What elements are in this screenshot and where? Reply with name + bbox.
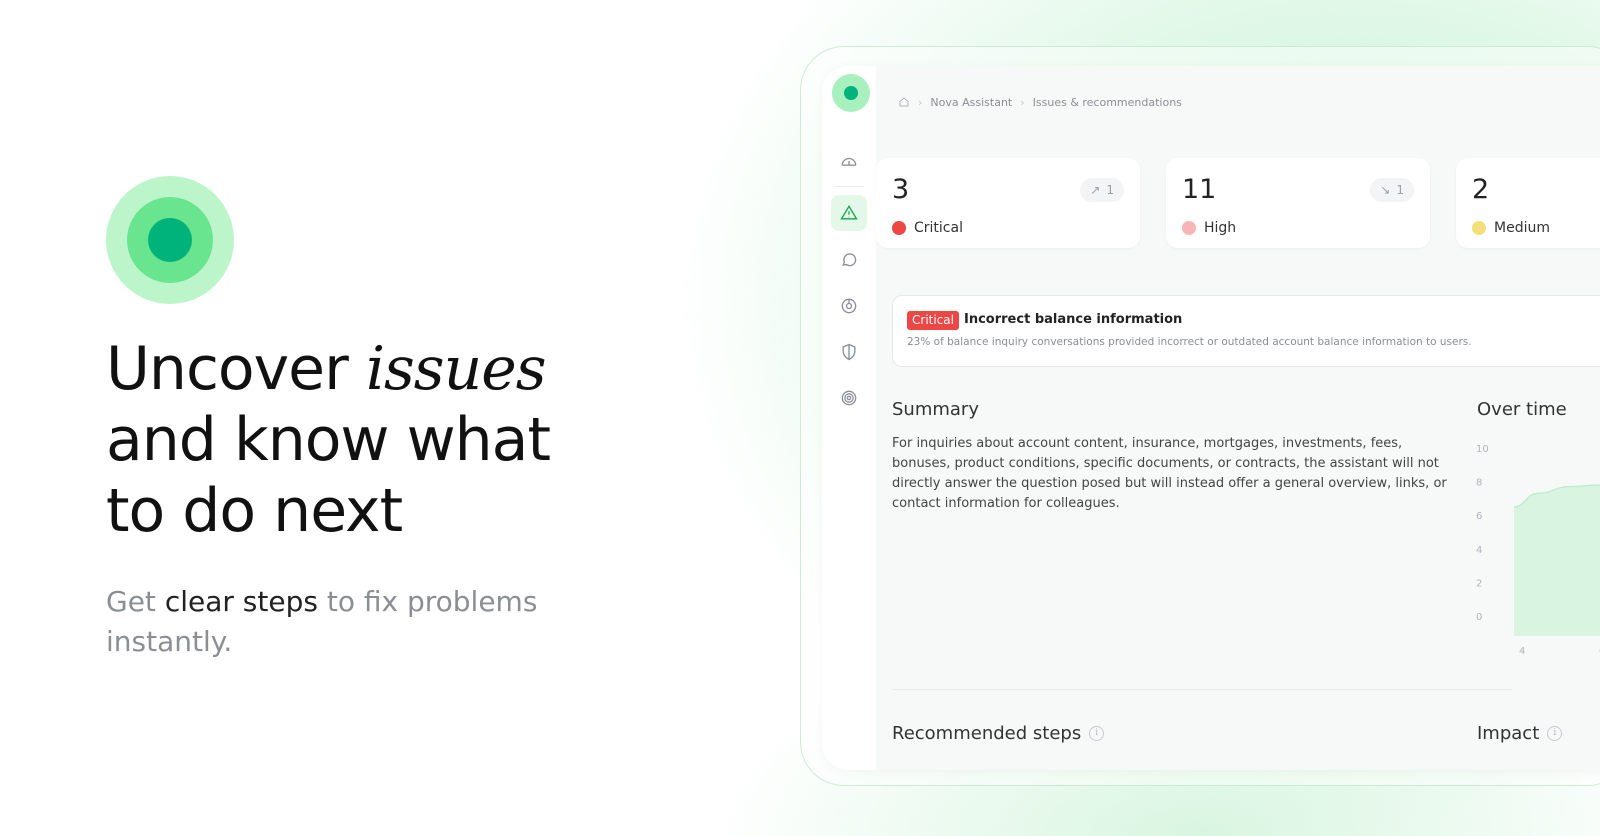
y-tick-label: 4 [1476,545,1482,556]
arrow-up-right-icon: ↗ [1090,183,1101,197]
breadcrumb-item-assistant[interactable]: Nova Assistant [930,96,1012,109]
chevron-right-icon: › [918,95,923,109]
y-tick-label: 10 [1476,444,1489,455]
severity-dot-high [1182,221,1196,235]
breadcrumb: › Nova Assistant › Issues & recommendati… [898,94,1182,110]
trend-value: 1 [1106,183,1114,197]
arrow-down-right-icon: ↘ [1380,183,1391,197]
stat-card-high[interactable]: 11 ↘ 1 High [1166,158,1430,248]
app-logo[interactable] [832,74,870,112]
stat-card-medium[interactable]: 2 Medium [1456,158,1600,248]
headline-word: Uncover [106,334,349,404]
brand-logo-core [148,218,192,262]
info-icon[interactable]: i [1089,726,1105,741]
severity-dot-medium [1472,221,1486,235]
stat-value: 11 [1182,174,1217,205]
brand-logo [106,176,234,304]
summary-heading: Summary [892,399,979,420]
stat-label: High [1204,220,1237,236]
chevron-right-icon: › [1020,95,1025,109]
area-series [1514,484,1600,636]
warning-icon[interactable] [838,202,860,224]
hero-subtitle: Get clear steps to fix problems instantl… [106,582,586,662]
y-tick-label: 0 [1476,612,1482,623]
severity-badge: Critical [907,311,959,330]
stat-value: 3 [892,174,910,205]
stat-label: Medium [1494,220,1550,236]
stat-card-critical[interactable]: 3 ↗ 1 Critical [876,158,1140,248]
summary-text: For inquiries about account content, ins… [892,436,1447,511]
analytics-icon[interactable] [838,295,860,317]
issue-card[interactable]: Critical Incorrect balance information 2… [892,295,1600,367]
impact-title: Impact [1477,723,1540,744]
icon-sidebar [822,66,876,770]
info-icon[interactable]: i [1547,726,1563,741]
target-icon[interactable] [838,387,860,409]
over-time-chart: 108642046 [1476,444,1600,657]
brand-logo-ring [127,197,213,283]
over-time-heading: Over time [1477,399,1567,420]
issue-description: 23% of balance inquiry conversations pro… [907,336,1472,348]
trend-badge: ↗ 1 [1080,178,1124,202]
trend-badge: ↘ 1 [1370,178,1414,202]
breadcrumb-item-issues[interactable]: Issues & recommendations [1033,96,1182,109]
y-tick-label: 2 [1476,578,1482,589]
shield-icon[interactable] [838,341,860,363]
sidebar-divider [834,186,864,187]
recommended-steps-title: Recommended steps [892,723,1082,744]
y-tick-label: 8 [1476,478,1482,489]
section-divider [892,689,1512,690]
headline-line-2: and know what [106,405,551,475]
dashboard-icon[interactable] [838,150,860,172]
chat-icon[interactable] [838,249,860,271]
y-tick-label: 6 [1476,511,1482,522]
headline-line-3: to do next [106,476,403,546]
trend-value: 1 [1396,183,1404,197]
home-icon[interactable] [898,96,910,108]
severity-dot-critical [892,221,906,235]
issue-title: Incorrect balance information [964,312,1183,327]
stat-label: Critical [914,220,963,236]
app-window: › Nova Assistant › Issues & recommendati… [822,66,1600,770]
headline-emphasis: issues [365,334,547,404]
stat-value: 2 [1472,174,1490,205]
subtitle-part: Get [106,585,156,618]
x-tick-label: 4 [1519,646,1525,657]
subtitle-highlight: clear steps [164,585,318,618]
hero-headline: Uncover issues and know what to do next [106,334,551,547]
impact-heading: Impact i [1477,723,1563,744]
recommended-steps-heading: Recommended steps i [892,723,1105,744]
